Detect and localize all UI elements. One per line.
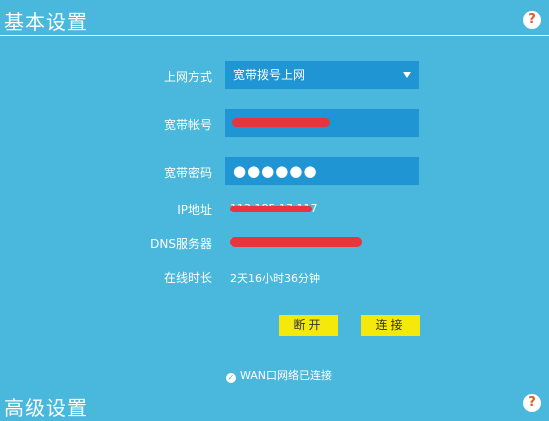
connect-button[interactable]: 连接 — [361, 315, 420, 336]
check-icon: ✓ — [226, 373, 236, 383]
password-input[interactable]: ●●●●●● — [225, 157, 419, 185]
help-icon[interactable]: ? — [523, 11, 541, 29]
connection-type-select[interactable]: 宽带拨号上网 — [225, 61, 419, 89]
disconnect-button[interactable]: 断开 — [279, 315, 338, 336]
password-label: 宽带密码 — [163, 166, 212, 180]
dns-label: DNS服务器 — [150, 237, 212, 251]
account-redaction — [232, 118, 330, 127]
basic-settings-title: 基本设置 — [4, 10, 88, 34]
uptime-value: 2天16小时36分钟 — [230, 272, 320, 285]
dns-redaction — [230, 237, 362, 247]
chevron-down-icon — [403, 72, 411, 78]
password-value: ●●●●●● — [233, 162, 318, 180]
wan-status-text: WAN口网络已连接 — [240, 369, 333, 382]
connection-type-value: 宽带拨号上网 — [233, 68, 306, 82]
title-divider — [0, 35, 549, 36]
ip-redaction — [230, 206, 312, 212]
uptime-label: 在线时长 — [163, 271, 212, 285]
advanced-help-icon[interactable]: ? — [523, 394, 541, 412]
wan-status: ✓ WAN口网络已连接 — [226, 367, 332, 383]
account-label: 宽带帐号 — [163, 118, 212, 132]
ip-label: IP地址 — [177, 203, 212, 217]
connection-type-label: 上网方式 — [163, 70, 212, 84]
